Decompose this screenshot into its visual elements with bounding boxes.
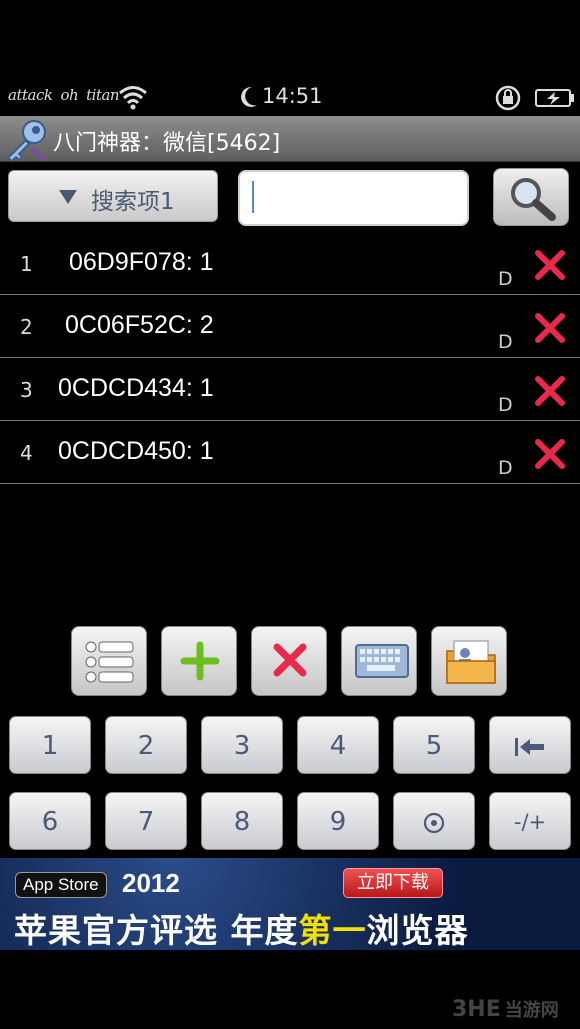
delete-button[interactable]: [251, 626, 327, 696]
keypad-key-1[interactable]: 1: [9, 716, 91, 774]
slogan-part: 苹果官方评选 年度: [14, 911, 299, 950]
ad-banner[interactable]: App Store 2012 立即下载 苹果官方评选 年度第一浏览器: [0, 858, 580, 950]
status-bar: attack oh titan 14:51: [0, 80, 580, 116]
add-button[interactable]: [161, 626, 237, 696]
clock: 14:51: [240, 84, 323, 108]
rotation-lock-icon: [495, 85, 521, 111]
list-item[interactable]: 3 0CDCD434: 1 D: [0, 358, 580, 421]
list-icon: [85, 641, 134, 683]
magnifier-icon: [511, 178, 556, 221]
keyboard-icon: [355, 644, 409, 678]
moon-icon: [241, 86, 257, 107]
slogan-part: 浏览器: [366, 911, 469, 950]
zero-icon: [423, 812, 445, 833]
search-input[interactable]: [238, 170, 469, 226]
row-type: D: [498, 394, 513, 416]
time-text: 14:51: [262, 84, 323, 108]
carrier-label: attack: [8, 86, 53, 104]
slogan-highlight: 第一: [298, 911, 367, 950]
list-item[interactable]: 2 0C06F52C: 2 D: [0, 295, 580, 358]
zero-key[interactable]: [393, 792, 475, 850]
keypad-key-3[interactable]: 3: [201, 716, 283, 774]
row-index: 1: [20, 252, 33, 276]
key-icon: [6, 120, 46, 162]
keypad-key-9[interactable]: 9: [297, 792, 379, 850]
keyboard-button[interactable]: [341, 626, 417, 696]
search-type-dropdown[interactable]: 搜索项1: [8, 170, 218, 222]
row-type: D: [498, 331, 513, 353]
dropdown-arrow-icon: [59, 190, 77, 204]
row-type: D: [498, 268, 513, 290]
row-address: 0CDCD450: 1: [58, 437, 214, 465]
row-address: 0CDCD434: 1: [58, 374, 214, 402]
keypad-key-5[interactable]: 5: [393, 716, 475, 774]
row-index: 4: [20, 441, 33, 465]
remove-icon[interactable]: [533, 437, 567, 471]
ad-year: 2012: [122, 868, 180, 898]
watermark: 3HE 当游网: [452, 996, 559, 1022]
app-title-bar: 八门神器：微信[5462]: [0, 116, 580, 162]
keypad-key-7[interactable]: 7: [105, 792, 187, 850]
battery-charging-icon: [535, 89, 574, 107]
sign-toggle-key[interactable]: -/+: [489, 792, 571, 850]
row-type: D: [498, 457, 513, 479]
remove-icon[interactable]: [533, 311, 567, 345]
app-store-badge: App Store: [15, 872, 107, 898]
add-icon: [180, 641, 220, 681]
search-button[interactable]: [493, 168, 569, 226]
ad-slogan: 苹果官方评选 年度第一浏览器: [14, 904, 469, 950]
folder-button[interactable]: [431, 626, 507, 696]
search-type-label: 搜索项1: [91, 189, 175, 215]
wifi-icon: [119, 86, 147, 110]
row-index: 2: [20, 315, 33, 339]
keypad-key-8[interactable]: 8: [201, 792, 283, 850]
download-button[interactable]: 立即下载: [343, 868, 443, 898]
row-address: 0C06F52C: 2: [65, 311, 214, 339]
list-item[interactable]: 1 06D9F078: 1 D: [0, 232, 580, 295]
watermark-text: 当游网: [504, 1000, 559, 1021]
keypad-key-4[interactable]: 4: [297, 716, 379, 774]
row-address: 06D9F078: 1: [69, 248, 214, 276]
app-title: 八门神器：微信[5462]: [53, 131, 281, 156]
list-item[interactable]: 4 0CDCD450: 1 D: [0, 421, 580, 484]
remove-icon[interactable]: [533, 374, 567, 408]
backspace-key[interactable]: [489, 716, 571, 774]
folder-icon: [446, 640, 496, 684]
watermark-logo: 3HE: [452, 997, 501, 1022]
keypad-key-6[interactable]: 6: [9, 792, 91, 850]
row-index: 3: [20, 378, 33, 402]
remove-icon[interactable]: [533, 248, 567, 282]
carrier-label: oh: [60, 86, 79, 104]
backspace-icon: [515, 737, 544, 756]
carrier-labels: attack oh titan: [8, 86, 127, 104]
keypad-key-2[interactable]: 2: [105, 716, 187, 774]
search-results-list: 1 06D9F078: 1 D 2 0C06F52C: 2 D 3 0CDCD4…: [0, 232, 580, 484]
list-button[interactable]: [71, 626, 147, 696]
text-cursor: [252, 181, 254, 213]
carrier-label: titan: [86, 86, 120, 104]
delete-icon: [273, 643, 307, 677]
